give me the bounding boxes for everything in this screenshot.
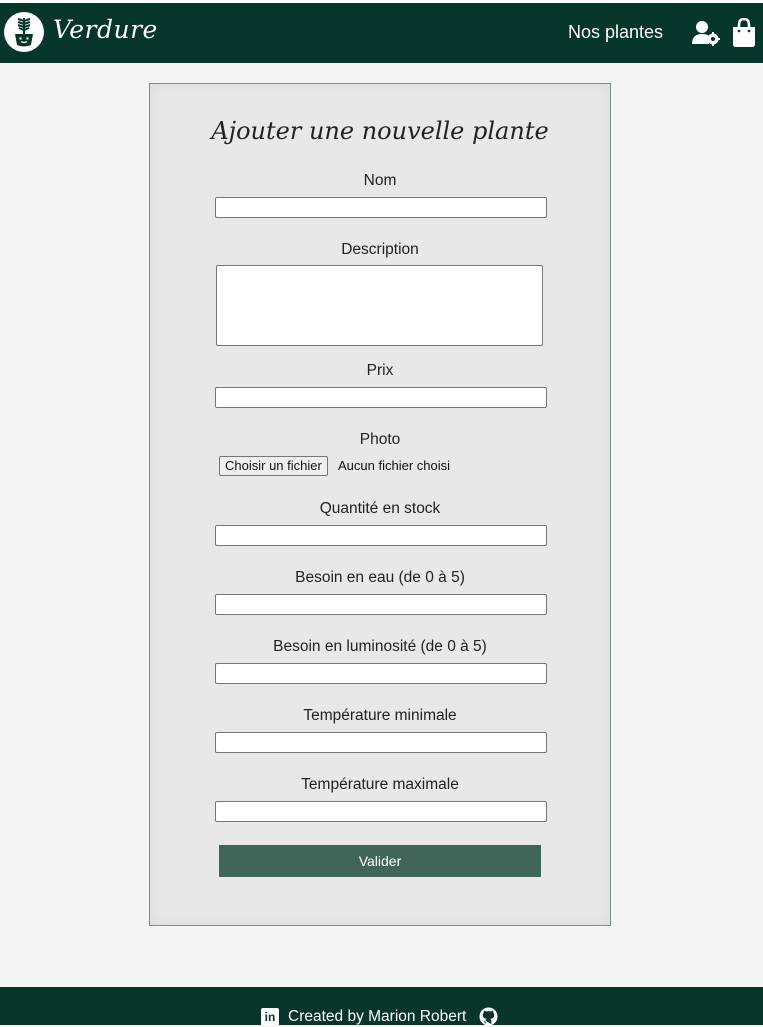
- label-description: Description: [341, 241, 419, 258]
- label-photo: Photo: [359, 431, 401, 448]
- label-light: Besoin en luminosité (de 0 à 5): [273, 638, 487, 655]
- nav-link-plants[interactable]: Nos plantes: [568, 22, 663, 43]
- site-header: Verdure Nos plantes: [0, 3, 763, 63]
- stock-input[interactable]: [215, 525, 547, 546]
- label-temp-min: Température minimale: [303, 707, 457, 724]
- file-status: Aucun fichier choisi: [338, 458, 450, 473]
- temp-min-input[interactable]: [215, 732, 547, 753]
- add-plant-form: Ajouter une nouvelle plante Nom Descript…: [149, 83, 611, 926]
- github-icon[interactable]: [479, 1007, 498, 1026]
- plant-logo-icon[interactable]: [4, 12, 44, 52]
- water-input[interactable]: [215, 594, 547, 615]
- name-input[interactable]: [215, 197, 547, 218]
- footer-text: Created by Marion Robert: [288, 1008, 467, 1025]
- label-name: Nom: [363, 172, 397, 189]
- choose-file-button[interactable]: Choisir un fichier: [219, 456, 328, 476]
- temp-max-input[interactable]: [215, 801, 547, 822]
- price-input[interactable]: [215, 387, 547, 408]
- label-water: Besoin en eau (de 0 à 5): [295, 569, 465, 586]
- user-settings-icon[interactable]: [692, 20, 720, 46]
- label-stock: Quantité en stock: [319, 500, 441, 517]
- site-footer: in Created by Marion Robert: [0, 987, 763, 1026]
- brand-name[interactable]: Verdure: [53, 15, 158, 44]
- label-price: Prix: [366, 362, 394, 379]
- form-title: Ajouter une nouvelle plante: [211, 117, 549, 145]
- linkedin-icon[interactable]: in: [261, 1008, 279, 1026]
- light-input[interactable]: [215, 663, 547, 684]
- shopping-bag-icon[interactable]: [731, 18, 757, 48]
- description-textarea[interactable]: [216, 265, 543, 346]
- submit-button[interactable]: Valider: [219, 845, 541, 877]
- label-temp-max: Température maximale: [301, 776, 459, 793]
